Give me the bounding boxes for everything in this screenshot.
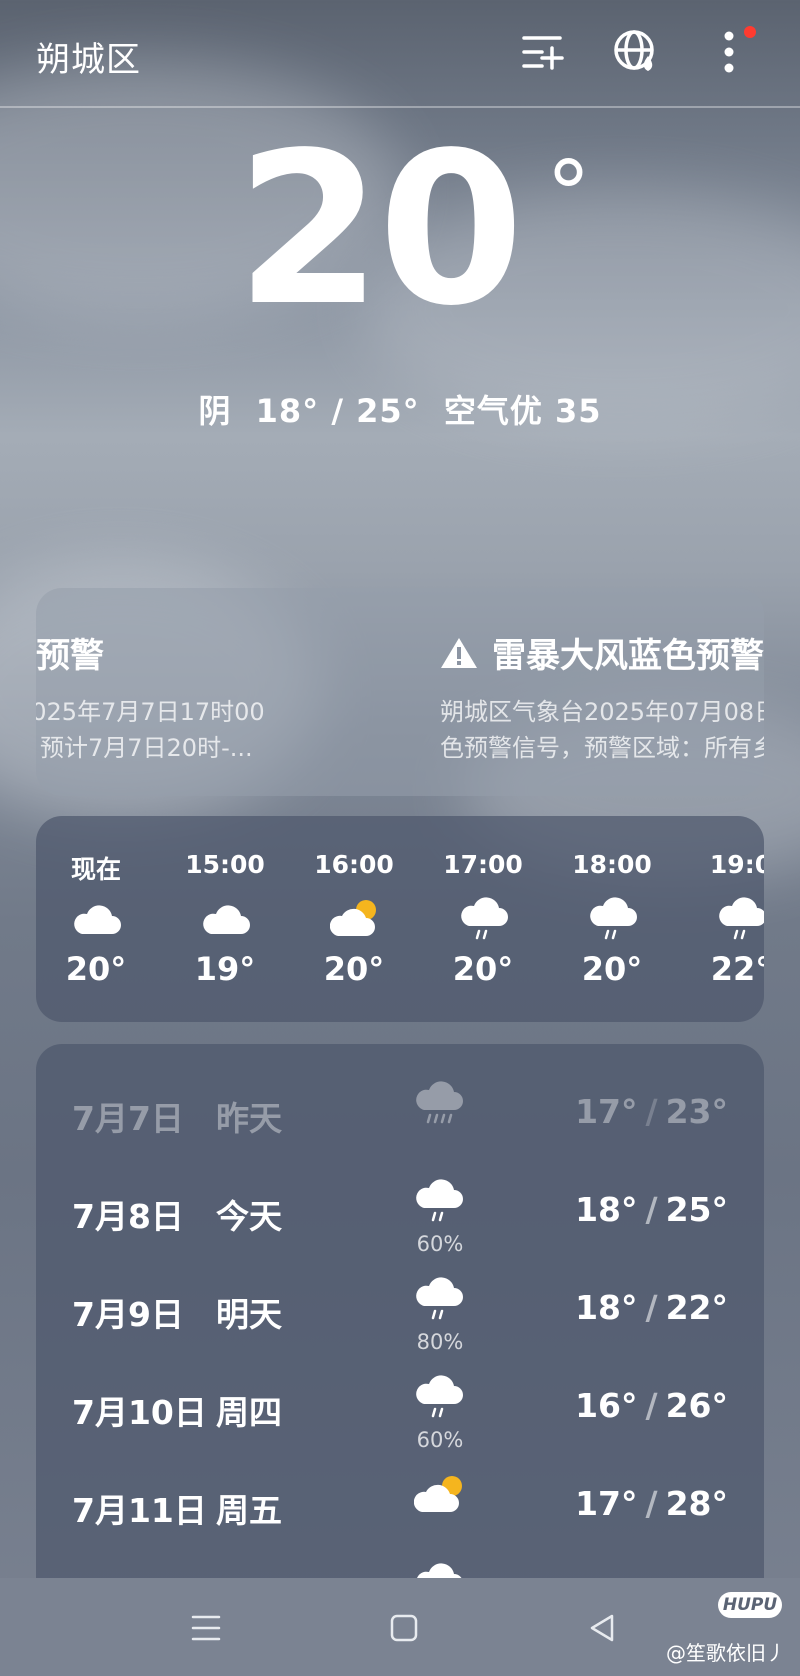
watermark-text: @笙歌依旧丿 xyxy=(666,1641,786,1665)
air-quality: 空气优 35 xyxy=(443,392,602,430)
daily-row[interactable]: 7月10日 周四 60% 16°/26° xyxy=(36,1358,764,1456)
hourly-item[interactable]: 16:00 20° xyxy=(294,816,414,1022)
daily-forecast-card[interactable]: 7月7日 昨天 17°/23° 7月8日 今天 60% 18°/25° 7月9日… xyxy=(36,1044,764,1584)
hour-time: 19:0 xyxy=(709,850,764,879)
day-name: 周四 xyxy=(216,1393,282,1432)
current-temperature: 20 ° xyxy=(0,120,800,340)
hourly-item[interactable]: 19:0 22° xyxy=(681,816,764,1022)
day-name: 昨天 xyxy=(216,1099,282,1138)
day-name: 明天 xyxy=(216,1295,282,1334)
weather-summary[interactable]: 阴 18° / 25° 空气优 35 xyxy=(0,386,800,432)
hupu-logo: HUPU xyxy=(718,1592,782,1618)
alert-title: 雷暴大风蓝色预警 xyxy=(440,628,764,677)
day-date: 7月7日 xyxy=(72,1099,184,1138)
alert-text: 朔城区气象台2025年07月08日1 xyxy=(440,698,764,726)
degree-symbol: ° xyxy=(546,142,591,247)
heavy-rain-icon xyxy=(416,1081,463,1124)
day-temp-range: 18°/22° xyxy=(575,1288,728,1327)
system-nav-bar: HUPU @笙歌依旧丿 xyxy=(0,1578,800,1676)
precip-chance: 60% xyxy=(416,1428,464,1452)
day-low: 18° xyxy=(575,1288,638,1327)
city-name[interactable]: 朔城区 xyxy=(36,32,141,81)
rain-icon xyxy=(416,1179,463,1222)
hour-temp: 20° xyxy=(323,950,385,988)
hour-time: 18:00 xyxy=(572,850,652,879)
rain-icon xyxy=(416,1277,463,1320)
condition-text: 阴 xyxy=(198,392,232,430)
hour-time: 现在 xyxy=(70,855,121,884)
hour-temp: 20° xyxy=(65,950,127,988)
day-low: 16° xyxy=(575,1386,638,1425)
temperature-value: 20 xyxy=(235,107,524,352)
rain-icon xyxy=(461,897,508,940)
hour-time: 17:00 xyxy=(443,850,523,879)
alert-text: 色预警信号，预警区域：所有乡 xyxy=(440,734,764,762)
globe-icon[interactable] xyxy=(612,28,660,76)
alerts-card[interactable]: 黄色预警 象局2025年7月7日17时00 预警：预计7月7日20时-... 雷… xyxy=(36,588,764,796)
slash: / xyxy=(645,1484,658,1523)
day-low: 17° xyxy=(575,1484,638,1523)
slash: / xyxy=(645,1190,658,1229)
day-high: 25° xyxy=(665,1190,728,1229)
day-high: 22° xyxy=(665,1288,728,1327)
day-temp-range: 17°/23° xyxy=(575,1092,728,1131)
day-temp-range: 17°/28° xyxy=(575,1484,728,1523)
day-temp-range: 16°/26° xyxy=(575,1386,728,1425)
day-low: 17° xyxy=(575,1092,638,1131)
alert-title-text: 雷暴大风蓝色预警 xyxy=(492,636,764,676)
hour-temp: 19° xyxy=(194,950,256,988)
slash: / xyxy=(645,1386,658,1425)
menu-icon[interactable] xyxy=(186,1608,226,1648)
cloudy-icon xyxy=(203,905,250,934)
daily-row[interactable]: 7月8日 今天 60% 18°/25° xyxy=(36,1162,764,1260)
hour-temp: 20° xyxy=(581,950,643,988)
daily-row[interactable]: 7月7日 昨天 17°/23° xyxy=(36,1064,764,1162)
hourly-item[interactable]: 17:00 20° xyxy=(423,816,543,1022)
daily-row[interactable]: 7月11日 周五 17°/28° xyxy=(36,1456,764,1554)
notification-dot xyxy=(744,26,756,38)
hourly-item[interactable]: 18:00 20° xyxy=(552,816,672,1022)
slash: / xyxy=(645,1288,658,1327)
warning-icon xyxy=(441,637,477,668)
day-date: 7月11日 xyxy=(72,1491,207,1530)
day-high: 26° xyxy=(665,1386,728,1425)
partly-cloudy-icon xyxy=(414,1476,462,1512)
precip-chance: 60% xyxy=(416,1232,464,1256)
day-date: 7月9日 xyxy=(72,1295,184,1334)
precip-chance: 80% xyxy=(416,1330,464,1354)
alert-item[interactable]: 黄色预警 象局2025年7月7日17时00 预警：预计7月7日20时-... xyxy=(36,588,328,796)
hour-time: 16:00 xyxy=(314,850,394,879)
daily-row[interactable]: 7月9日 明天 80% 18°/22° xyxy=(36,1260,764,1358)
hour-temp: 22° xyxy=(710,950,764,988)
cloudy-icon xyxy=(74,905,121,934)
top-bar: 朔城区 xyxy=(0,0,800,108)
day-date: 7月10日 xyxy=(72,1393,207,1432)
day-name: 今天 xyxy=(216,1197,282,1236)
day-temp-range: 18°/25° xyxy=(575,1190,728,1229)
day-name: 周五 xyxy=(216,1491,282,1530)
add-city-icon[interactable] xyxy=(518,28,566,76)
hour-time: 15:00 xyxy=(185,850,265,879)
hour-temp: 20° xyxy=(452,950,514,988)
alert-text: 预警：预计7月7日20时-... xyxy=(36,734,253,762)
alert-title: 黄色预警 xyxy=(36,636,104,676)
hourly-item[interactable]: 15:00 19° xyxy=(165,816,285,1022)
alert-item[interactable]: 雷暴大风蓝色预警 朔城区气象台2025年07月08日1 色预警信号，预警区域：所… xyxy=(400,588,764,796)
day-high: 28° xyxy=(665,1484,728,1523)
home-icon[interactable] xyxy=(384,1608,424,1648)
day-date: 7月8日 xyxy=(72,1197,184,1236)
day-high: 23° xyxy=(665,1092,728,1131)
rain-icon xyxy=(416,1375,463,1418)
rain-icon xyxy=(719,897,764,940)
back-icon[interactable] xyxy=(582,1608,622,1648)
day-low: 18° xyxy=(575,1190,638,1229)
hourly-item[interactable]: 现在 20° xyxy=(36,816,156,1022)
hourly-forecast-card[interactable]: 现在 20° 15:00 19° 16:00 20° 17:00 20° 18:… xyxy=(36,816,764,1022)
slash: / xyxy=(645,1092,658,1131)
temp-range: 18° / 25° xyxy=(255,392,420,430)
alert-text: 象局2025年7月7日17时00 xyxy=(36,698,265,726)
rain-icon xyxy=(590,897,637,940)
partly-cloudy-icon xyxy=(330,900,376,936)
